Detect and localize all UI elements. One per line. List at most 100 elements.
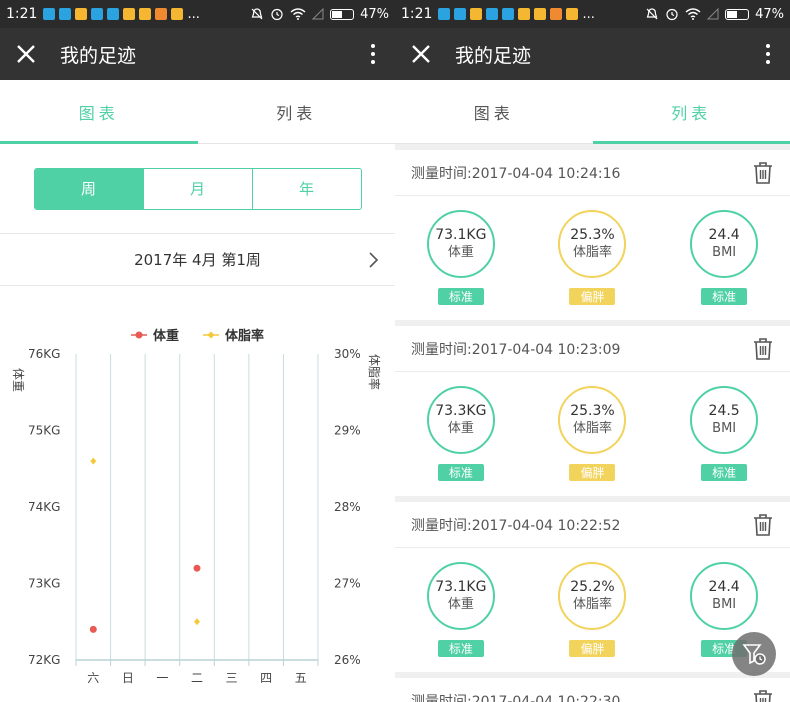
record-header: 测量时间:2017-04-04 10:24:16	[395, 150, 790, 196]
metric: 73.1KG 体重标准	[406, 210, 516, 305]
metric-name: 体重	[447, 245, 474, 260]
record-time: 测量时间:2017-04-04 10:23:09	[411, 341, 621, 358]
metric-value: 73.1KG	[435, 227, 487, 243]
tab-list[interactable]: 列表	[592, 80, 790, 144]
record-time: 测量时间:2017-04-04 10:24:16	[411, 165, 621, 182]
metric-ring: 24.5 BMI	[690, 386, 759, 454]
more-menu-button[interactable]	[363, 44, 383, 64]
notification-icon	[550, 8, 563, 20]
status-badge: 偏胖	[569, 640, 616, 657]
notification-icon	[534, 8, 547, 20]
metric-name: 体脂率	[572, 597, 612, 612]
signal-icon	[312, 8, 324, 20]
weight-fat-chart: 六 日 一 二 三 四 五 76KG 75KG 74KG 73KG 72KG 30% 29% 28% 27% 2…	[0, 288, 395, 702]
period-year-button[interactable]: 年	[251, 168, 361, 209]
trash-icon[interactable]	[752, 337, 774, 361]
period-week-button[interactable]: 周	[34, 168, 143, 209]
legend-label: 体脂率	[225, 328, 264, 344]
metric-value: 25.3%	[570, 403, 615, 419]
record-card: 测量时间:2017-04-04 10:22:52 73.1KG 体重 标准 25.2% 体…	[395, 502, 790, 672]
metric: 24.4 BMI 标准	[669, 210, 779, 305]
y-left-tick-label: 73KG	[28, 577, 60, 591]
tab-chart[interactable]: 图表	[0, 80, 198, 144]
metric-name: 体脂率	[572, 245, 612, 260]
x-tick-label: 日	[122, 671, 134, 685]
record-time: 测量时间:2017-04-04 10:22:30	[411, 693, 621, 702]
alarm-icon	[271, 8, 283, 21]
legend-marker	[207, 331, 215, 339]
record-metrics: 73.1KG 体重 标准 25.3% 体脂率 偏胖 24.4 BMI 标准	[395, 196, 790, 320]
record-metrics: 73.3KG 体重 标准 25.3% 体脂率 偏胖 24.5 BMI 标准	[395, 372, 790, 496]
x-tick-label: 六	[87, 671, 99, 685]
y-right-tick-label: 26%	[334, 653, 361, 667]
close-button[interactable]	[12, 40, 40, 68]
data-point-fat	[194, 618, 200, 626]
metric-name: 体脂率	[572, 421, 612, 436]
screen: 1:21 ... 47% 我的足迹 图表 列表 周 月 年 2017年 4月 第…	[0, 0, 790, 702]
trash-icon[interactable]	[752, 513, 774, 537]
filter-history-button[interactable]	[732, 632, 776, 676]
metric: 25.3% 体脂率 偏胖	[537, 210, 647, 305]
close-icon	[17, 45, 35, 63]
week-label: 2017年 4月 第1周	[134, 251, 261, 269]
mute-bell-icon	[646, 8, 658, 20]
metric-ring: 73.1KG 体重	[426, 210, 495, 278]
more-menu-button[interactable]	[758, 44, 778, 64]
x-tick-label: 五	[295, 671, 307, 685]
y-right-tick-label: 27%	[334, 577, 361, 591]
metric-ring: 24.4 BMI	[690, 562, 759, 630]
status-badge: 标准	[437, 464, 484, 481]
more-notifications: ...	[187, 6, 200, 22]
status-badge: 偏胖	[569, 288, 616, 305]
trash-icon[interactable]	[752, 689, 774, 702]
metric-value: 25.2%	[570, 579, 615, 595]
metric-ring: 73.1KG 体重	[426, 562, 495, 630]
page-title: 我的足迹	[60, 44, 137, 67]
status-badge: 标准	[437, 288, 484, 305]
metric-name: BMI	[712, 421, 737, 436]
mute-bell-icon	[251, 8, 263, 20]
period-selector: 周 月 年	[33, 167, 362, 210]
record-header: 测量时间:2017-04-04 10:22:52	[395, 502, 790, 548]
metric: 73.1KG 体重 标准	[406, 562, 516, 657]
metric: 24.5 BMI 标准	[669, 386, 779, 481]
wifi-icon	[685, 8, 701, 20]
notification-icon	[91, 8, 104, 20]
status-time: 1:21	[6, 6, 38, 22]
record-card: 测量时间:2017-04-04 10:23:09 73.3KG 体重标准 25.3% 体…	[395, 326, 790, 496]
record-header: 测量时间:2017-04-04 10:22:30	[395, 678, 790, 702]
period-selector-row: 周 月 年	[0, 144, 395, 234]
chart-pane: 1:21 ... 47% 我的足迹 图表 列表 周 月 年 2017年 4月 第…	[0, 0, 395, 702]
notification-icon	[107, 8, 120, 20]
y-left-tick-label: 75KG	[28, 424, 60, 438]
record-card: 测量时间:2017-04-04 10:24:16 73.1KG 体重 标准 25.3% 体…	[395, 150, 790, 320]
battery-percent: 47%	[360, 6, 389, 22]
notification-icon	[171, 8, 184, 20]
period-month-button[interactable]: 月	[142, 168, 252, 209]
y-left-axis-label: 体重	[11, 368, 25, 392]
metric-name: BMI	[712, 597, 737, 612]
y-right-tick-label: 28%	[334, 500, 361, 514]
metric-value: 24.4	[708, 227, 740, 243]
chart-svg: 六 日 一 二 三 四 五 76KG 75KG 74KG 73KG 72KG 30% 29% 28% 27% 2…	[11, 328, 382, 685]
signal-icon	[707, 8, 719, 20]
notification-icon	[438, 8, 451, 20]
more-notifications: ...	[582, 6, 595, 22]
tab-list[interactable]: 列表	[198, 80, 396, 143]
status-right: 47%	[250, 7, 389, 22]
record-header: 测量时间:2017-04-04 10:23:09	[395, 326, 790, 372]
wifi-icon	[290, 8, 306, 20]
metric: 73.3KG 体重标准	[406, 386, 516, 481]
close-button[interactable]	[407, 40, 435, 68]
record-list[interactable]: 测量时间:2017-04-04 10:24:16 73.1KG 体重标准 25.3% 体…	[395, 144, 790, 702]
chevron-right-icon[interactable]	[365, 250, 381, 270]
metric-value: 24.4	[708, 579, 740, 595]
notification-icon	[123, 8, 136, 20]
metric-ring: 73.3KG 体重	[426, 386, 495, 454]
trash-icon[interactable]	[752, 161, 774, 185]
app-bar: 我的足迹	[0, 28, 395, 80]
tab-chart[interactable]: 图表	[395, 80, 593, 143]
close-icon	[412, 45, 430, 63]
status-badge: 偏胖	[569, 464, 616, 481]
status-bar: 1:21 ... 47%	[395, 0, 790, 28]
